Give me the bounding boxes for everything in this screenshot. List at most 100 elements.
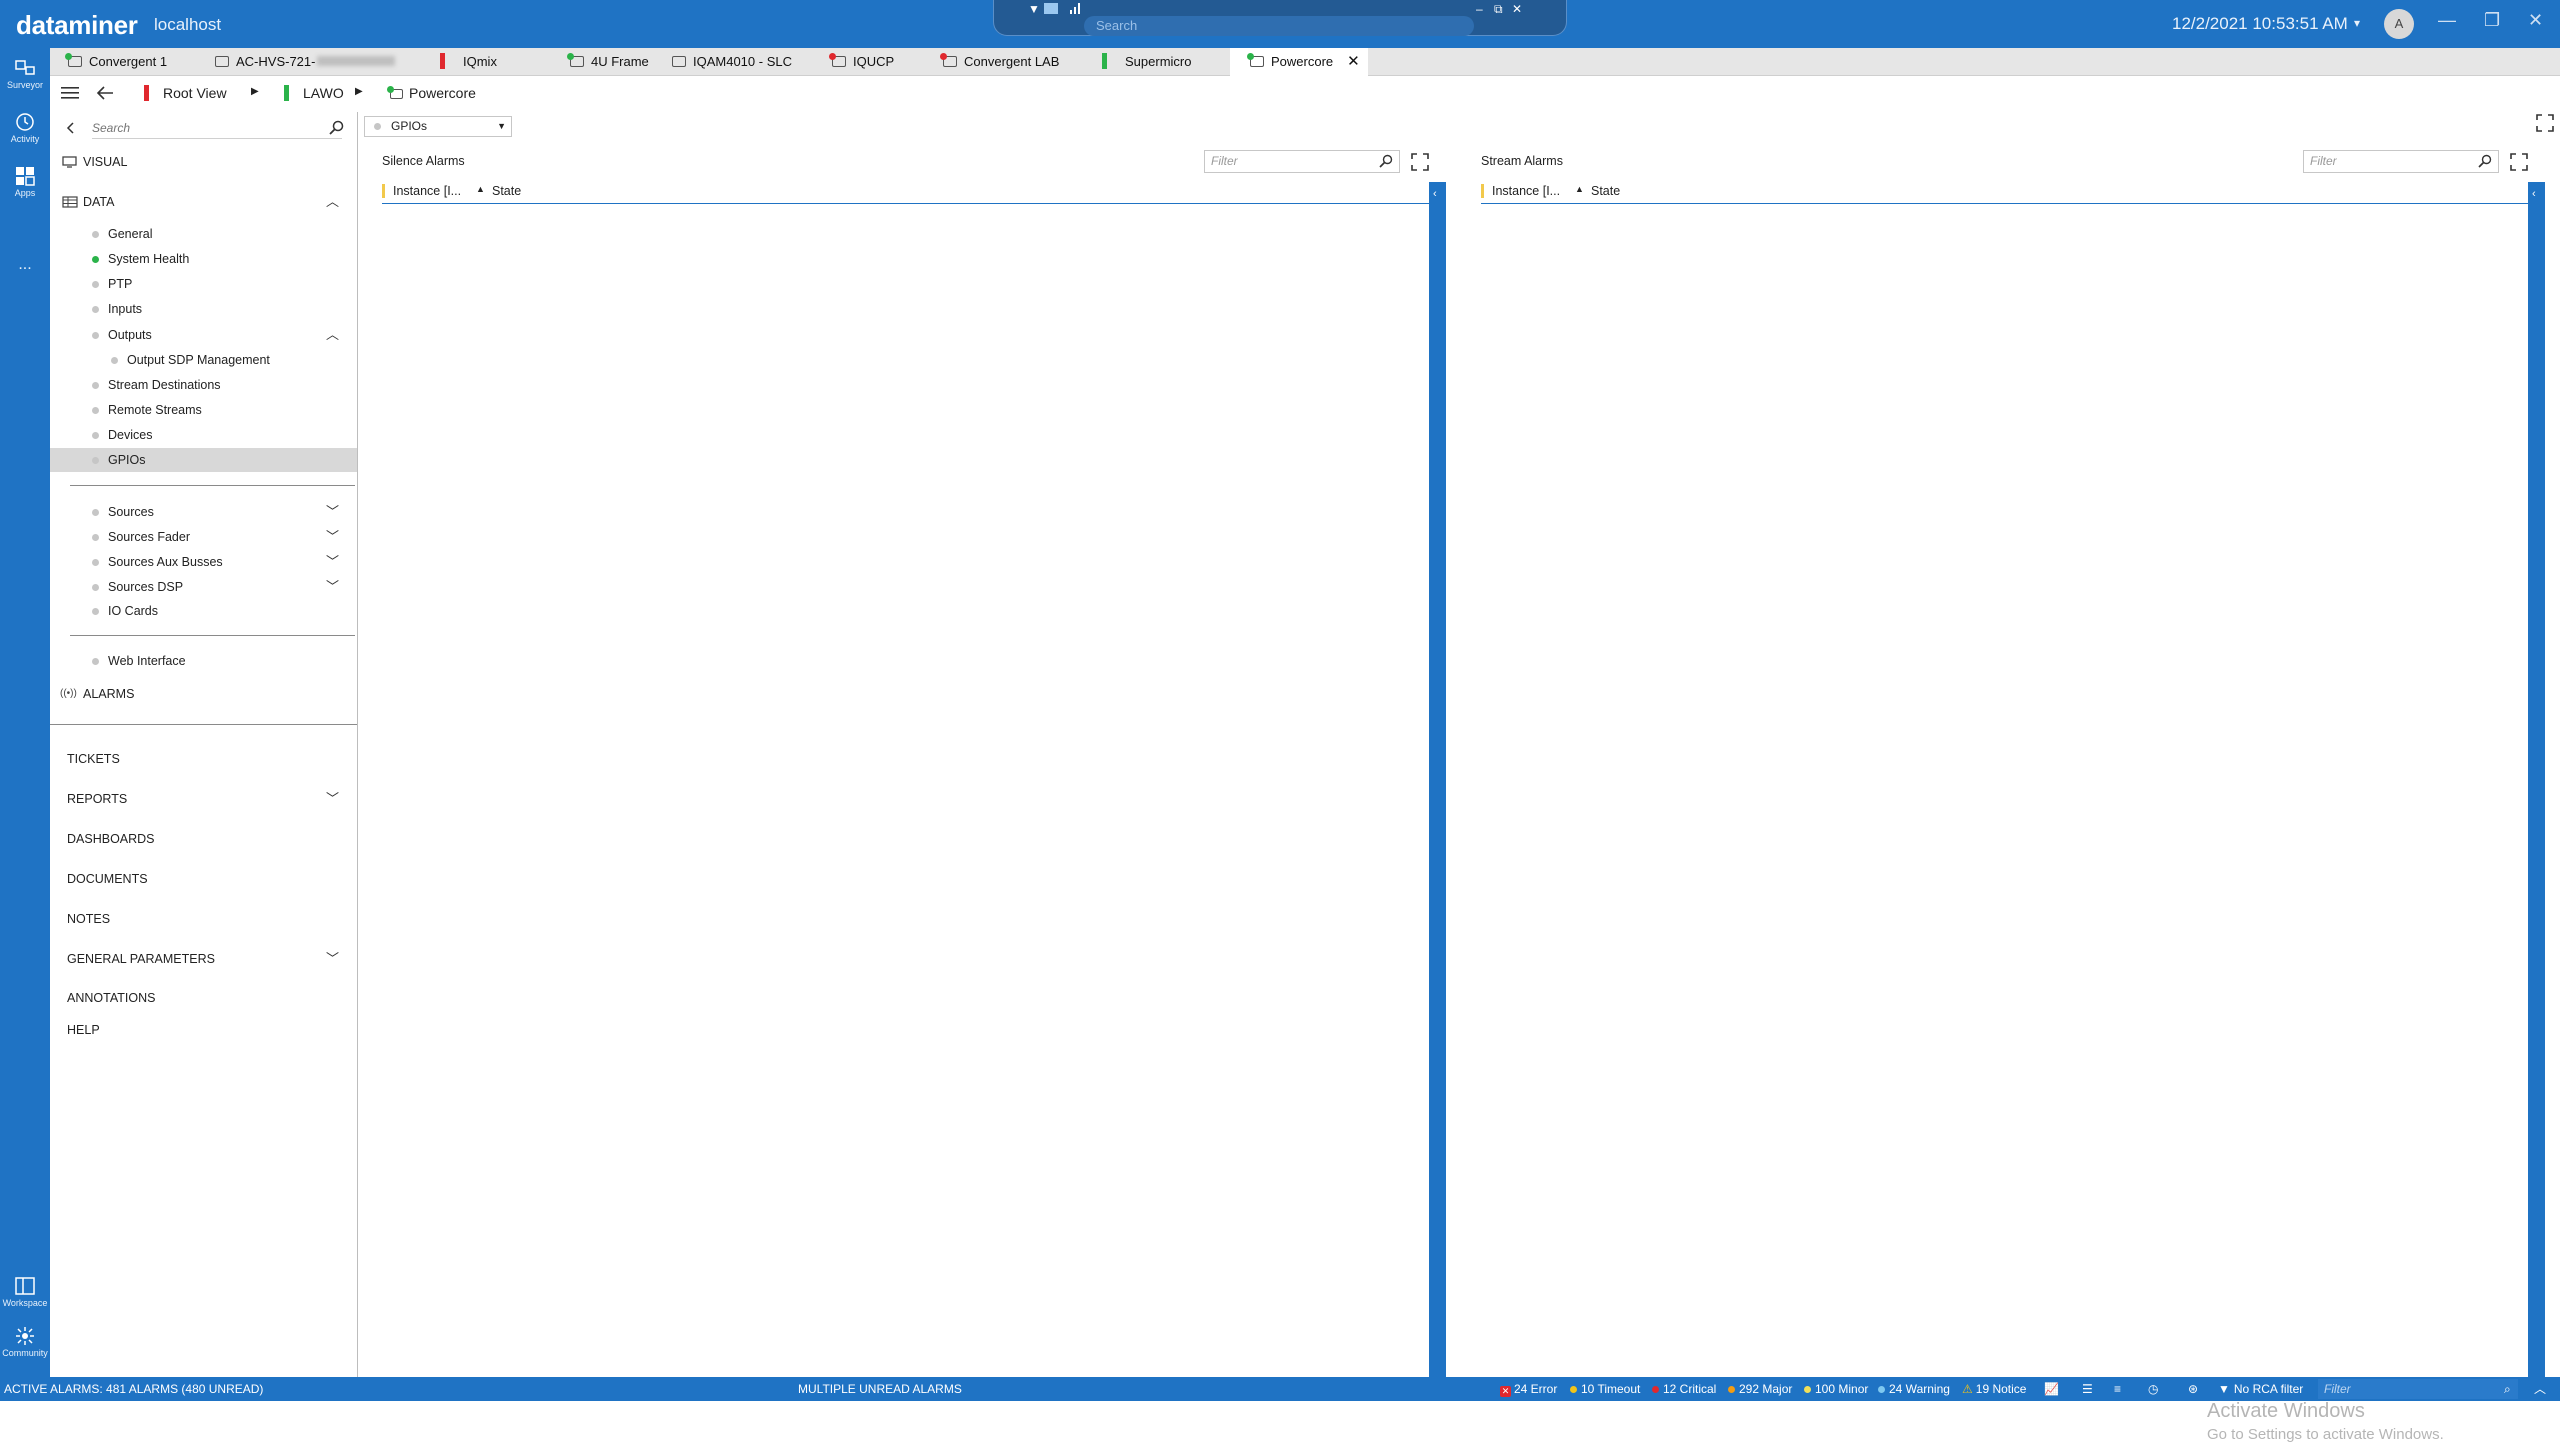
- search-icon[interactable]: [329, 120, 344, 135]
- column-header-instance[interactable]: Instance [I...: [382, 184, 461, 198]
- sidebar-item-visual[interactable]: VISUAL: [50, 150, 357, 174]
- collapse-arrow-icon[interactable]: [64, 121, 78, 135]
- column-header-state[interactable]: State: [1591, 184, 1620, 198]
- fullscreen-icon[interactable]: [2510, 153, 2528, 171]
- sidebar-item-annotations[interactable]: ANNOTATIONS: [50, 986, 357, 1010]
- column-header-state[interactable]: State: [492, 184, 521, 198]
- sort-ascending-icon[interactable]: ▲: [476, 184, 485, 194]
- column-header-instance[interactable]: Instance [I...: [1481, 184, 1560, 198]
- active-alarms-count[interactable]: ACTIVE ALARMS: 481 ALARMS (480 UNREAD): [4, 1377, 263, 1401]
- tab-ac-hvs[interactable]: AC-HVS-721-: [215, 48, 396, 76]
- breadcrumb-powercore[interactable]: Powercore: [387, 85, 476, 101]
- rca-filter[interactable]: ▼ No RCA filter: [2218, 1377, 2303, 1401]
- sidebar-item-notes[interactable]: NOTES: [50, 907, 357, 931]
- sidebar-item-ptp[interactable]: PTP: [50, 272, 357, 296]
- search-icon[interactable]: [2478, 154, 2492, 168]
- chevron-up-icon[interactable]: ︿: [326, 323, 339, 347]
- tab-iqucp[interactable]: IQUCP: [829, 48, 894, 76]
- tab-iqam4010[interactable]: IQAM4010 - SLC: [672, 48, 792, 76]
- sidebar-search-input[interactable]: [92, 117, 342, 139]
- tab-supermicro[interactable]: Supermicro: [1102, 48, 1191, 76]
- user-avatar[interactable]: A: [2384, 9, 2414, 39]
- chevron-down-icon[interactable]: ﹀: [326, 525, 339, 549]
- chevron-down-icon[interactable]: ﹀: [326, 947, 339, 971]
- chevron-down-icon[interactable]: ﹀: [326, 787, 339, 811]
- close-tab-icon[interactable]: ✕: [1347, 53, 1360, 70]
- list-view-icon[interactable]: ☰: [2082, 1377, 2093, 1401]
- breadcrumb-root-view[interactable]: Root View: [144, 85, 227, 101]
- sidebar-item-system-health[interactable]: System Health: [50, 247, 357, 271]
- sidebar-item-reports[interactable]: REPORTS ﹀: [50, 787, 357, 811]
- sidebar-item-sources-dsp[interactable]: Sources DSP ﹀: [50, 575, 357, 599]
- chevron-down-icon[interactable]: ﹀: [326, 550, 339, 574]
- rail-workspace[interactable]: Workspace: [0, 1276, 50, 1308]
- close-icon[interactable]: ✕: [2528, 10, 2543, 31]
- sidebar-item-web-interface[interactable]: Web Interface: [50, 649, 357, 673]
- tab-convergent-1[interactable]: Convergent 1: [65, 48, 167, 76]
- filter-input[interactable]: Filter: [2303, 150, 2499, 173]
- sidebar-item-documents[interactable]: DOCUMENTS: [50, 867, 357, 891]
- severity-notice[interactable]: ⚠ 19 Notice: [1962, 1377, 2026, 1401]
- sidebar-item-outputs[interactable]: Outputs ︿: [50, 323, 357, 347]
- sidebar-item-gpios[interactable]: GPIOs: [50, 448, 357, 472]
- search-icon[interactable]: [1379, 154, 1393, 168]
- signal-icon[interactable]: [1070, 2, 1082, 17]
- sidebar-item-help[interactable]: HELP: [50, 1018, 357, 1042]
- sidebar-item-sources-fader[interactable]: Sources Fader ﹀: [50, 525, 357, 549]
- clock-status-icon[interactable]: ◷: [2148, 1377, 2158, 1401]
- search-icon[interactable]: ⌕: [2504, 1377, 2511, 1401]
- sidebar-item-sources[interactable]: Sources ﹀: [50, 500, 357, 524]
- sidebar-item-io-cards[interactable]: IO Cards: [50, 599, 357, 623]
- breadcrumb-arrow-icon[interactable]: ▶: [251, 86, 259, 97]
- sidebar-item-alarms[interactable]: ((•)) ALARMS: [50, 682, 357, 706]
- breadcrumb-lawo[interactable]: LAWO: [284, 85, 344, 101]
- unread-alarms-message[interactable]: MULTIPLE UNREAD ALARMS: [798, 1377, 962, 1401]
- severity-critical[interactable]: 12 Critical: [1652, 1377, 1716, 1401]
- dropdown-arrow-icon[interactable]: ▼: [1028, 2, 1040, 16]
- restore-search-icon[interactable]: ⧉: [1494, 2, 1503, 17]
- sidebar-item-output-sdp[interactable]: Output SDP Management: [50, 348, 357, 372]
- chevron-up-icon[interactable]: ︿: [326, 190, 339, 214]
- severity-minor[interactable]: 100 Minor: [1804, 1377, 1868, 1401]
- sidebar-item-stream-destinations[interactable]: Stream Destinations: [50, 373, 357, 397]
- focus-icon[interactable]: ⊛: [2188, 1377, 2198, 1401]
- tab-4u-frame[interactable]: 4U Frame: [567, 48, 649, 76]
- side-panel-toggle[interactable]: ‹: [2528, 182, 2545, 1378]
- sidebar-item-tickets[interactable]: TICKETS: [50, 747, 357, 771]
- sidebar-item-general[interactable]: General: [50, 222, 357, 246]
- sort-lines-icon[interactable]: ≡: [2114, 1377, 2121, 1401]
- restore-icon[interactable]: ❐: [2484, 10, 2500, 31]
- minimize-icon[interactable]: —: [2438, 10, 2456, 31]
- filter-input[interactable]: Filter: [1204, 150, 1400, 173]
- breadcrumb-arrow-icon[interactable]: ▶: [355, 86, 363, 97]
- severity-error[interactable]: ✕ 24 Error: [1500, 1377, 1557, 1401]
- hamburger-menu-icon[interactable]: [61, 86, 79, 100]
- sidebar-item-data[interactable]: DATA ︿: [50, 190, 357, 214]
- sort-ascending-icon[interactable]: ▲: [1575, 184, 1584, 194]
- rail-community[interactable]: Community: [0, 1326, 50, 1358]
- tab-iqmix[interactable]: IQmix: [440, 48, 497, 76]
- rail-apps[interactable]: Apps: [0, 166, 50, 198]
- sidebar-item-dashboards[interactable]: DASHBOARDS: [50, 827, 357, 851]
- severity-timeout[interactable]: 10 Timeout: [1570, 1377, 1640, 1401]
- square-icon[interactable]: [1044, 3, 1058, 14]
- sidebar-item-sources-aux-busses[interactable]: Sources Aux Busses ﹀: [50, 550, 357, 574]
- trend-chart-icon[interactable]: 📈: [2044, 1377, 2059, 1401]
- side-panel-toggle[interactable]: ‹: [1429, 182, 1446, 1378]
- global-search-input[interactable]: Search: [1084, 16, 1474, 36]
- sidebar-item-inputs[interactable]: Inputs: [50, 297, 357, 321]
- sidebar-item-devices[interactable]: Devices: [50, 423, 357, 447]
- severity-warning[interactable]: 24 Warning: [1878, 1377, 1950, 1401]
- minimize-search-icon[interactable]: –: [1476, 2, 1483, 16]
- fullscreen-icon[interactable]: [2536, 114, 2554, 132]
- rail-activity[interactable]: Activity: [0, 112, 50, 144]
- sidebar-item-remote-streams[interactable]: Remote Streams: [50, 398, 357, 422]
- severity-major[interactable]: 292 Major: [1728, 1377, 1792, 1401]
- sidebar-item-general-parameters[interactable]: GENERAL PARAMETERS ﹀: [50, 947, 357, 971]
- chevron-up-icon[interactable]: ︿: [2534, 1377, 2546, 1401]
- back-arrow-icon[interactable]: [96, 85, 114, 101]
- tab-convergent-lab[interactable]: Convergent LAB: [940, 48, 1059, 76]
- close-search-icon[interactable]: ✕: [1512, 2, 1522, 16]
- fullscreen-icon[interactable]: [1411, 153, 1429, 171]
- tab-powercore[interactable]: Powercore ✕: [1230, 48, 1368, 76]
